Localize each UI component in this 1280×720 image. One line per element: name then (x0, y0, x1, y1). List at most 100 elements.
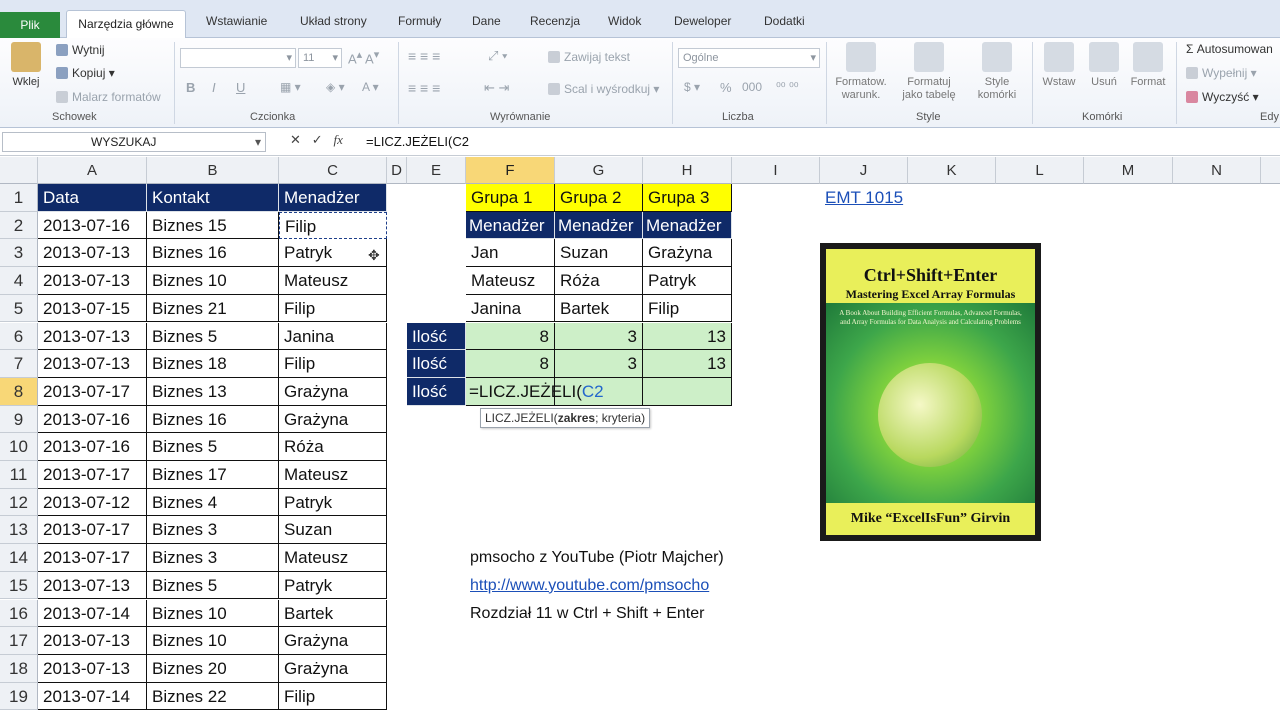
fill-color-button[interactable]: ◈ ▾ (326, 80, 345, 94)
indent-button[interactable]: ⇤ ⇥ (484, 80, 509, 96)
row-header-1[interactable]: 1 (0, 184, 38, 212)
tab-insert[interactable]: Wstawianie (206, 14, 267, 28)
cell-c10[interactable]: Róża (279, 433, 387, 461)
cell-f7[interactable]: 8 (466, 350, 555, 378)
decimal-buttons[interactable]: ⁰⁰ ⁰⁰ (776, 80, 799, 94)
cell-c9[interactable]: Grażyna (279, 405, 387, 434)
number-format-select[interactable]: Ogólne ▾ (678, 48, 820, 68)
column-header-e[interactable]: E (407, 157, 466, 184)
row-header-5[interactable]: 5 (0, 294, 38, 323)
cell-a19[interactable]: 2013-07-14 (38, 682, 147, 711)
column-header-l[interactable]: L (996, 157, 1084, 184)
percent-button[interactable]: % (720, 80, 732, 95)
column-header-h[interactable]: H (643, 157, 732, 184)
cell-g7[interactable]: 3 (555, 350, 643, 378)
cell-a1[interactable]: Data (38, 184, 147, 212)
cell-f6[interactable]: 8 (466, 322, 555, 351)
cell-g4[interactable]: Róża (555, 267, 643, 295)
font-size-select[interactable]: 11 ▾ (298, 48, 342, 68)
cell-b1[interactable]: Kontakt (147, 184, 279, 212)
tab-view[interactable]: Widok (608, 14, 641, 28)
cell-h5[interactable]: Filip (643, 294, 732, 323)
cell-c17[interactable]: Grażyna (279, 627, 387, 655)
cell-a18[interactable]: 2013-07-13 (38, 654, 147, 683)
cell-h3[interactable]: Grażyna (643, 239, 732, 268)
row-header-19[interactable]: 19 (0, 682, 38, 711)
cell-c4[interactable]: Mateusz (279, 267, 387, 295)
select-all-corner[interactable] (0, 157, 38, 184)
merge-center-button[interactable]: Scal i wyśrodkuj ▾ (548, 82, 659, 96)
cell-c8[interactable]: Grażyna (279, 377, 387, 406)
cell-b8[interactable]: Biznes 13 (147, 377, 279, 406)
cell-g2[interactable]: Menadżer (555, 211, 643, 240)
tab-file[interactable]: Plik (0, 12, 60, 38)
fill-button[interactable]: Wypełnij ▾ (1186, 66, 1257, 80)
cell-c12[interactable]: Patryk (279, 488, 387, 517)
cell-b15[interactable]: Biznes 5 (147, 571, 279, 600)
cell-e6[interactable]: Ilość (407, 322, 466, 351)
row-header-18[interactable]: 18 (0, 654, 38, 683)
cell-b16[interactable]: Biznes 10 (147, 599, 279, 628)
column-header-m[interactable]: M (1084, 157, 1173, 184)
book-cover-image[interactable]: Ctrl+Shift+Enter Mastering Excel Array F… (820, 243, 1041, 541)
tab-review[interactable]: Recenzja (530, 14, 580, 28)
cell-a13[interactable]: 2013-07-17 (38, 516, 147, 545)
cell-c14[interactable]: Mateusz (279, 544, 387, 572)
cancel-icon[interactable]: ✕ (290, 132, 301, 147)
cell-b18[interactable]: Biznes 20 (147, 654, 279, 683)
cell-c11[interactable]: Mateusz (279, 461, 387, 489)
cell-f4[interactable]: Mateusz (466, 267, 555, 295)
enter-icon[interactable]: ✓ (312, 132, 323, 147)
cell-f2[interactable]: Menadżer (466, 211, 555, 240)
cell-b19[interactable]: Biznes 22 (147, 682, 279, 711)
row-header-14[interactable]: 14 (0, 544, 38, 572)
cell-a8[interactable]: 2013-07-17 (38, 377, 147, 406)
cell-c1[interactable]: Menadżer (279, 184, 387, 212)
cut-button[interactable]: Wytnij (56, 43, 105, 57)
cell-styles-button[interactable]: Style komórki (966, 42, 1028, 102)
cell-c15[interactable]: Patryk (279, 571, 387, 600)
row-header-17[interactable]: 17 (0, 627, 38, 655)
cell-c6[interactable]: Janina (279, 322, 387, 351)
bold-button[interactable]: B (186, 80, 195, 95)
row-header-15[interactable]: 15 (0, 571, 38, 600)
column-header-f[interactable]: F (466, 157, 555, 184)
tab-developer[interactable]: Deweloper (674, 14, 731, 28)
cell-a11[interactable]: 2013-07-17 (38, 461, 147, 489)
formula-input[interactable]: =LICZ.JEŻELI(C2 (366, 134, 469, 149)
column-header-b[interactable]: B (147, 157, 279, 184)
tab-addins[interactable]: Dodatki (764, 14, 805, 28)
column-header-j[interactable]: J (820, 157, 908, 184)
row-header-12[interactable]: 12 (0, 488, 38, 517)
column-header-i[interactable]: I (732, 157, 820, 184)
cell-c7[interactable]: Filip (279, 350, 387, 378)
cell-a16[interactable]: 2013-07-14 (38, 599, 147, 628)
cell-h7[interactable]: 13 (643, 350, 732, 378)
cell-b6[interactable]: Biznes 5 (147, 322, 279, 351)
column-header-a[interactable]: A (38, 157, 147, 184)
column-header-g[interactable]: G (555, 157, 643, 184)
cell-a6[interactable]: 2013-07-13 (38, 322, 147, 351)
cell-h8[interactable] (643, 377, 732, 406)
format-as-table-button[interactable]: Formatuj jako tabelę (894, 42, 964, 102)
cell-c2[interactable]: Filip (279, 211, 387, 240)
cell-a17[interactable]: 2013-07-13 (38, 627, 147, 655)
cell-a4[interactable]: 2013-07-13 (38, 267, 147, 295)
align-left-button[interactable]: ≡ ≡ ≡ (408, 80, 440, 96)
tab-page-layout[interactable]: Układ strony (300, 14, 367, 28)
copy-button[interactable]: Kopiuj ▾ (56, 66, 115, 80)
youtube-link[interactable]: http://www.youtube.com/pmsocho (466, 572, 816, 600)
cell-c18[interactable]: Grażyna (279, 654, 387, 683)
cell-f8-editing[interactable]: =LICZ.JEŻELI(C2 (466, 377, 604, 406)
cell-g6[interactable]: 3 (555, 322, 643, 351)
italic-button[interactable]: I (212, 80, 216, 95)
paste-button[interactable]: Wklej (6, 42, 46, 89)
autosum-button[interactable]: Σ Autosumowan (1186, 42, 1273, 56)
cell-a15[interactable]: 2013-07-13 (38, 571, 147, 600)
tab-home[interactable]: Narzędzia główne (66, 10, 186, 39)
cell-a9[interactable]: 2013-07-16 (38, 405, 147, 434)
cell-b11[interactable]: Biznes 17 (147, 461, 279, 489)
cell-h2[interactable]: Menadżer (643, 211, 732, 240)
grow-font-button[interactable]: A▴ A▾ (348, 48, 379, 66)
cell-a12[interactable]: 2013-07-12 (38, 488, 147, 517)
